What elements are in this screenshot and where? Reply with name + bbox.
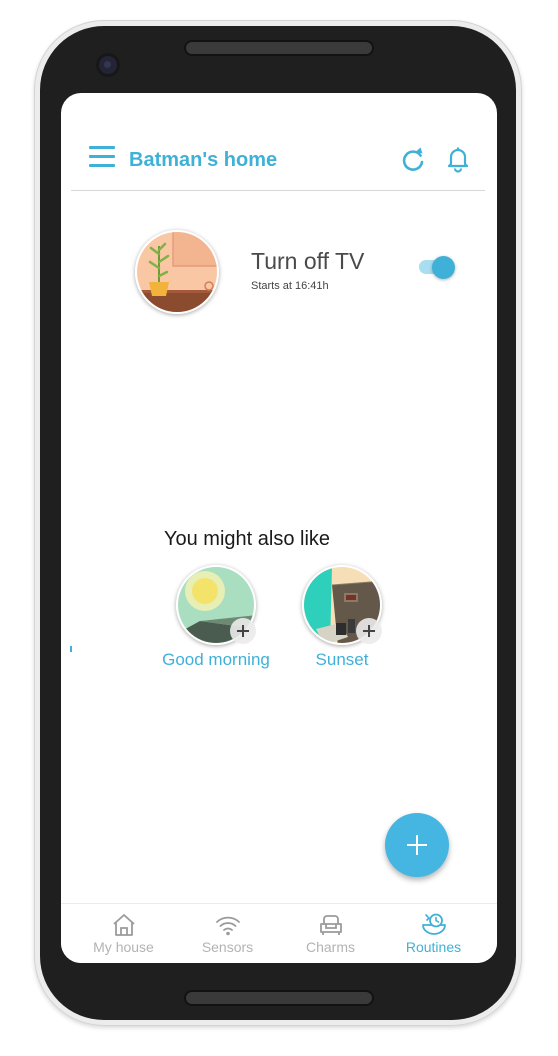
wifi-icon [216, 916, 240, 936]
refresh-icon[interactable] [399, 146, 427, 174]
suggestion-sunset[interactable]: Sunset [282, 563, 402, 673]
header-divider [71, 190, 485, 191]
routine-schedule: Starts at 16:41h [251, 280, 329, 292]
nav-label: Sensors [201, 939, 254, 955]
bottom-speaker [186, 992, 372, 1004]
routine-toggle[interactable] [419, 256, 457, 279]
add-sunset-button[interactable] [356, 618, 382, 644]
nav-routines[interactable]: Routines [382, 904, 485, 963]
add-routine-button[interactable] [385, 813, 449, 877]
menu-icon[interactable] [89, 146, 115, 168]
app-header: Batman's home [61, 93, 497, 191]
app-screen: Batman's home Turn off TV Starts at 16:4… [61, 93, 497, 963]
routine-thumbnail [135, 230, 219, 314]
nav-label: Routines [405, 939, 462, 955]
add-good-morning-button[interactable] [230, 618, 256, 644]
routines-icon [422, 913, 446, 935]
suggestion-good-morning[interactable]: Good morning [156, 563, 276, 673]
nav-my-house[interactable]: My house [72, 904, 175, 963]
page-title: Batman's home [129, 149, 278, 171]
nav-charms[interactable]: Charms [279, 904, 382, 963]
nav-label: Charms [305, 939, 355, 955]
bottom-navigation: My house Sensors Charms Routines [61, 903, 497, 963]
routine-item[interactable]: Turn off TV Starts at 16:41h [61, 228, 497, 318]
sofa-icon [320, 915, 342, 935]
suggestion-label[interactable]: Sunset [282, 650, 402, 670]
suggestions-title: You might also like [164, 528, 331, 550]
camera-icon [99, 56, 117, 74]
bell-icon[interactable] [444, 145, 472, 173]
scroll-indicator [70, 646, 72, 652]
nav-sensors[interactable]: Sensors [176, 904, 279, 963]
top-speaker [186, 42, 372, 54]
nav-label: My house [93, 939, 154, 955]
routine-name: Turn off TV [251, 248, 365, 274]
suggestion-label[interactable]: Good morning [156, 650, 276, 670]
house-icon [113, 914, 135, 936]
toggle-knob [432, 256, 455, 279]
